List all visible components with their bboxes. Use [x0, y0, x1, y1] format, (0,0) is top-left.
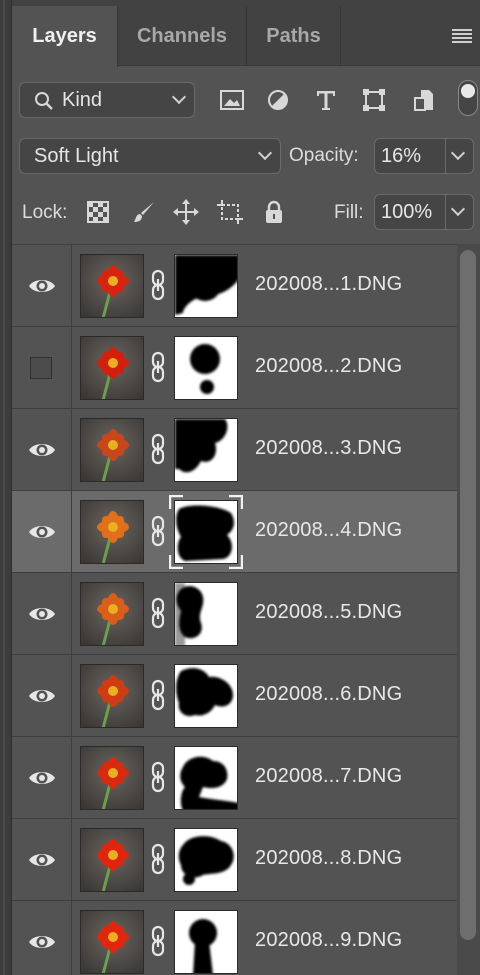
- layer-row[interactable]: 202008...3.DNG: [12, 409, 457, 491]
- lock-image-icon[interactable]: [130, 198, 158, 226]
- panel-menu-icon[interactable]: [452, 29, 472, 43]
- hidden-visibility-box: [30, 357, 52, 379]
- layers-list: 202008...1.DNG 202008...2.DNG 202008...3.D…: [12, 244, 457, 975]
- smart-object-filter-icon[interactable]: [410, 86, 438, 114]
- blend-mode-value: Soft Light: [34, 145, 119, 167]
- layers-panel: Layers Channels Paths Kind Soft Light Op…: [12, 0, 480, 975]
- opacity-value: 16%: [381, 145, 422, 167]
- layer-row[interactable]: 202008...9.DNG: [12, 901, 457, 975]
- chevron-down-icon: [257, 145, 273, 161]
- fill-label: Fill:: [334, 202, 364, 223]
- chevron-down-icon[interactable]: [450, 145, 466, 161]
- visibility-toggle[interactable]: [12, 737, 72, 818]
- visibility-toggle[interactable]: [12, 901, 72, 975]
- layer-mask-thumbnail[interactable]: [174, 746, 238, 810]
- layer-name[interactable]: 202008...1.DNG: [255, 273, 402, 296]
- visibility-toggle[interactable]: [12, 491, 72, 572]
- eye-icon: [29, 526, 55, 538]
- layer-row[interactable]: 202008...1.DNG: [12, 245, 457, 327]
- visibility-toggle[interactable]: [12, 573, 72, 654]
- layer-mask-thumbnail[interactable]: [174, 828, 238, 892]
- link-chain-icon[interactable]: [150, 269, 166, 306]
- layer-name[interactable]: 202008...4.DNG: [255, 519, 402, 542]
- layer-thumbnail[interactable]: [80, 254, 144, 318]
- layer-mask-thumbnail[interactable]: [174, 664, 238, 728]
- type-filter-icon[interactable]: [312, 86, 340, 114]
- layer-row[interactable]: 202008...5.DNG: [12, 573, 457, 655]
- link-chain-icon[interactable]: [150, 761, 166, 798]
- link-chain-icon[interactable]: [150, 679, 166, 716]
- lock-all-icon[interactable]: [260, 198, 288, 226]
- tab-layers[interactable]: Layers: [12, 6, 118, 67]
- layer-row[interactable]: 202008...4.DNG: [12, 491, 457, 573]
- link-chain-icon[interactable]: [150, 351, 166, 388]
- layer-row[interactable]: 202008...6.DNG: [12, 655, 457, 737]
- visibility-toggle[interactable]: [12, 245, 72, 326]
- layer-thumbnail[interactable]: [80, 828, 144, 892]
- filter-kind-label: Kind: [62, 89, 103, 111]
- layer-thumbnail[interactable]: [80, 746, 144, 810]
- layer-name[interactable]: 202008...5.DNG: [255, 601, 402, 624]
- layer-thumbnail[interactable]: [80, 910, 144, 974]
- layer-name[interactable]: 202008...7.DNG: [255, 765, 402, 788]
- visibility-toggle[interactable]: [12, 819, 72, 900]
- layer-thumbnail[interactable]: [80, 664, 144, 728]
- link-chain-icon[interactable]: [150, 843, 166, 880]
- left-dock-strip: [0, 0, 12, 975]
- layer-name[interactable]: 202008...2.DNG: [255, 355, 402, 378]
- fill-value: 100%: [381, 201, 433, 223]
- blend-mode-select[interactable]: Soft Light: [19, 138, 281, 174]
- visibility-toggle[interactable]: [12, 409, 72, 490]
- layer-row[interactable]: 202008...8.DNG: [12, 819, 457, 901]
- layer-mask-thumbnail[interactable]: [174, 254, 238, 318]
- layer-thumbnail[interactable]: [80, 582, 144, 646]
- layer-thumbnail[interactable]: [80, 418, 144, 482]
- scrollbar-thumb[interactable]: [460, 250, 476, 940]
- eye-icon: [29, 854, 55, 866]
- eye-icon: [29, 772, 55, 784]
- lock-label: Lock:: [22, 202, 68, 223]
- visibility-toggle[interactable]: [12, 327, 72, 408]
- fill-input[interactable]: 100%: [374, 194, 474, 230]
- opacity-label: Opacity:: [289, 145, 359, 166]
- layer-mask-thumbnail[interactable]: [174, 418, 238, 482]
- adjustment-filter-icon[interactable]: [264, 86, 292, 114]
- layer-thumbnail[interactable]: [80, 336, 144, 400]
- eye-icon: [29, 690, 55, 702]
- opacity-input[interactable]: 16%: [374, 138, 474, 174]
- mask-selection-frame: [168, 494, 244, 570]
- link-chain-icon[interactable]: [150, 597, 166, 634]
- search-icon: [35, 92, 53, 110]
- layer-mask-thumbnail[interactable]: [174, 336, 238, 400]
- tab-paths[interactable]: Paths: [247, 6, 341, 66]
- filter-toggle-switch[interactable]: [458, 80, 478, 116]
- link-chain-icon[interactable]: [150, 433, 166, 470]
- link-chain-icon[interactable]: [150, 925, 166, 962]
- shape-filter-icon[interactable]: [360, 86, 388, 114]
- lock-transparent-icon[interactable]: [84, 198, 112, 226]
- eye-icon: [29, 936, 55, 948]
- chevron-down-icon[interactable]: [450, 201, 466, 217]
- eye-icon: [29, 608, 55, 620]
- tab-channels[interactable]: Channels: [118, 6, 247, 66]
- layer-row[interactable]: 202008...2.DNG: [12, 327, 457, 409]
- eye-icon: [29, 444, 55, 456]
- layer-thumbnail[interactable]: [80, 500, 144, 564]
- layer-name[interactable]: 202008...9.DNG: [255, 929, 402, 952]
- layer-name[interactable]: 202008...3.DNG: [255, 437, 402, 460]
- chevron-down-icon: [171, 89, 187, 105]
- eye-icon: [29, 280, 55, 292]
- filter-kind-select[interactable]: Kind: [19, 82, 195, 118]
- link-chain-icon[interactable]: [150, 515, 166, 552]
- layer-mask-thumbnail[interactable]: [174, 910, 238, 974]
- artboard-icon[interactable]: [216, 198, 244, 226]
- layer-name[interactable]: 202008...8.DNG: [255, 847, 402, 870]
- layer-row[interactable]: 202008...7.DNG: [12, 737, 457, 819]
- visibility-toggle[interactable]: [12, 655, 72, 736]
- tab-bar: Layers Channels Paths: [12, 0, 480, 67]
- image-filter-icon[interactable]: [218, 86, 246, 114]
- lock-position-icon[interactable]: [172, 198, 200, 226]
- layer-name[interactable]: 202008...6.DNG: [255, 683, 402, 706]
- layer-mask-thumbnail[interactable]: [174, 582, 238, 646]
